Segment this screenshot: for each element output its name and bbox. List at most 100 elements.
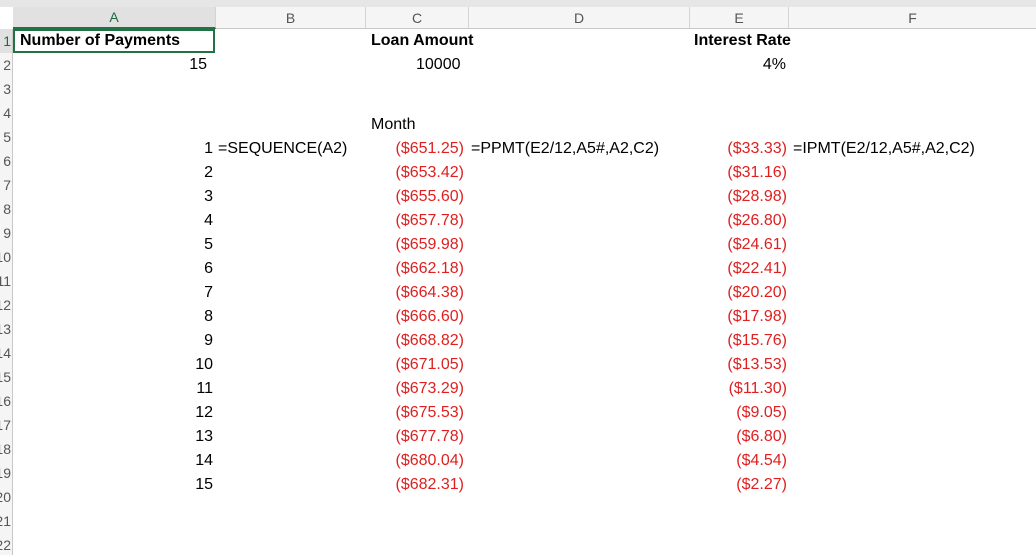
cell-principal-payment[interactable]: ($675.53) bbox=[369, 401, 465, 425]
cell-principal-payment[interactable]: ($668.82) bbox=[369, 329, 465, 353]
row-header[interactable]: 18 bbox=[0, 437, 12, 461]
row-header[interactable]: 21 bbox=[0, 509, 12, 533]
cell-principal-payment[interactable]: ($677.78) bbox=[369, 425, 465, 449]
formula-sequence[interactable]: =SEQUENCE(A2) bbox=[218, 137, 347, 161]
cell-principal-payment[interactable]: ($662.18) bbox=[369, 257, 465, 281]
cell-principal-payment[interactable]: ($680.04) bbox=[369, 449, 465, 473]
row-number: 7 bbox=[3, 177, 11, 193]
row-header[interactable]: 22 bbox=[0, 533, 12, 557]
cell-e1-interest-rate[interactable]: Interest Rate bbox=[694, 29, 791, 53]
row-number: 12 bbox=[0, 297, 11, 313]
row-number: 11 bbox=[0, 273, 11, 289]
cell-month-number[interactable]: 2 bbox=[16, 161, 213, 185]
cell-month-number[interactable]: 15 bbox=[16, 473, 213, 497]
cell-principal-payment[interactable]: ($657.78) bbox=[369, 209, 465, 233]
row-header[interactable]: 17 bbox=[0, 413, 12, 437]
row-header[interactable]: 9 bbox=[0, 221, 12, 245]
cell-e2-rate[interactable]: 4% bbox=[694, 53, 786, 77]
cell-month-number[interactable]: 4 bbox=[16, 209, 213, 233]
cell-interest-payment[interactable]: ($6.80) bbox=[692, 425, 787, 449]
cell-c2-loan[interactable]: 10000 bbox=[416, 53, 461, 77]
cell-month-number[interactable]: 9 bbox=[16, 329, 213, 353]
cell-a2-payments[interactable]: 15 bbox=[16, 53, 207, 77]
top-bar bbox=[0, 0, 1036, 7]
row-number: 17 bbox=[0, 417, 11, 433]
cell-c1-loan-amount[interactable]: Loan Amount bbox=[371, 29, 474, 53]
row-number: 9 bbox=[3, 225, 11, 241]
cell-interest-payment[interactable]: ($22.41) bbox=[692, 257, 787, 281]
row-number: 22 bbox=[0, 537, 11, 553]
cell-interest-payment[interactable]: ($28.98) bbox=[692, 185, 787, 209]
cell-principal-payment[interactable]: ($659.98) bbox=[369, 233, 465, 257]
cell-month-number[interactable]: 10 bbox=[16, 353, 213, 377]
row-header[interactable]: 14 bbox=[0, 341, 12, 365]
cell-interest-payment[interactable]: ($20.20) bbox=[692, 281, 787, 305]
cell-interest-payment[interactable]: ($26.80) bbox=[692, 209, 787, 233]
cell-month-number[interactable]: 5 bbox=[16, 233, 213, 257]
row-number: 16 bbox=[0, 393, 11, 409]
cell-principal-payment[interactable]: ($682.31) bbox=[369, 473, 465, 497]
row-header[interactable]: 15 bbox=[0, 365, 12, 389]
row-header[interactable]: 20 bbox=[0, 485, 12, 509]
cell-month-number[interactable]: 13 bbox=[16, 425, 213, 449]
row-header[interactable]: 3 bbox=[0, 77, 12, 101]
row-header[interactable]: 7 bbox=[0, 173, 12, 197]
row-header[interactable]: 10 bbox=[0, 245, 12, 269]
row-header[interactable]: 8 bbox=[0, 197, 12, 221]
column-header-b[interactable]: B bbox=[216, 7, 366, 29]
row-number: 2 bbox=[3, 57, 11, 73]
cell-a1-number-of-payments[interactable]: Number of Payments bbox=[20, 29, 180, 53]
column-header-c[interactable]: C bbox=[366, 7, 469, 29]
row-header[interactable]: 13 bbox=[0, 317, 12, 341]
cell-principal-payment[interactable]: ($673.29) bbox=[369, 377, 465, 401]
cell-interest-payment[interactable]: ($4.54) bbox=[692, 449, 787, 473]
row-number: 4 bbox=[3, 105, 11, 121]
cell-month-number[interactable]: 3 bbox=[16, 185, 213, 209]
row-header[interactable]: 4 bbox=[0, 101, 12, 125]
cell-interest-payment[interactable]: ($15.76) bbox=[692, 329, 787, 353]
row-header[interactable]: 2 bbox=[0, 53, 12, 77]
cell-interest-payment[interactable]: ($9.05) bbox=[692, 401, 787, 425]
cell-interest-payment[interactable]: ($31.16) bbox=[692, 161, 787, 185]
row-number: 5 bbox=[3, 129, 11, 145]
row-header[interactable]: 19 bbox=[0, 461, 12, 485]
row-number: 15 bbox=[0, 369, 11, 385]
cell-principal-payment[interactable]: ($653.42) bbox=[369, 161, 465, 185]
cell-interest-payment[interactable]: ($24.61) bbox=[692, 233, 787, 257]
cell-principal-payment[interactable]: ($664.38) bbox=[369, 281, 465, 305]
cell-month-number[interactable]: 11 bbox=[16, 377, 213, 401]
row-header[interactable]: 6 bbox=[0, 149, 12, 173]
row-number: 6 bbox=[3, 153, 11, 169]
row-header[interactable]: 16 bbox=[0, 389, 12, 413]
cell-principal-payment[interactable]: ($651.25) bbox=[369, 137, 465, 161]
cell-principal-payment[interactable]: ($671.05) bbox=[369, 353, 465, 377]
row-number: 3 bbox=[3, 81, 11, 97]
cell-interest-payment[interactable]: ($13.53) bbox=[692, 353, 787, 377]
cell-interest-payment[interactable]: ($11.30) bbox=[692, 377, 787, 401]
row-header[interactable]: 12 bbox=[0, 293, 12, 317]
cell-principal-payment[interactable]: ($655.60) bbox=[369, 185, 465, 209]
cell-interest-payment[interactable]: ($2.27) bbox=[692, 473, 787, 497]
formula-ppmt[interactable]: =PPMT(E2/12,A5#,A2,C2) bbox=[471, 137, 659, 161]
cell-principal-payment[interactable]: ($666.60) bbox=[369, 305, 465, 329]
row-number: 20 bbox=[0, 489, 11, 505]
column-header-e[interactable]: E bbox=[690, 7, 789, 29]
cell-month-number[interactable]: 12 bbox=[16, 401, 213, 425]
cell-month-number[interactable]: 1 bbox=[16, 137, 213, 161]
column-header-f[interactable]: F bbox=[789, 7, 1036, 29]
formula-ipmt[interactable]: =IPMT(E2/12,A5#,A2,C2) bbox=[793, 137, 975, 161]
column-header-d[interactable]: D bbox=[469, 7, 690, 29]
cell-month-number[interactable]: 6 bbox=[16, 257, 213, 281]
cell-month-number[interactable]: 7 bbox=[16, 281, 213, 305]
cell-interest-payment[interactable]: ($17.98) bbox=[692, 305, 787, 329]
column-header-a[interactable]: A bbox=[13, 7, 216, 29]
cell-month-number[interactable]: 14 bbox=[16, 449, 213, 473]
row-number: 8 bbox=[3, 201, 11, 217]
cell-interest-payment[interactable]: ($33.33) bbox=[692, 137, 787, 161]
row-number: 13 bbox=[0, 321, 11, 337]
row-header[interactable]: 1 bbox=[0, 29, 12, 53]
row-header[interactable]: 5 bbox=[0, 125, 12, 149]
cell-c4-month-label[interactable]: Month bbox=[371, 113, 415, 137]
row-header[interactable]: 11 bbox=[0, 269, 12, 293]
cell-month-number[interactable]: 8 bbox=[16, 305, 213, 329]
